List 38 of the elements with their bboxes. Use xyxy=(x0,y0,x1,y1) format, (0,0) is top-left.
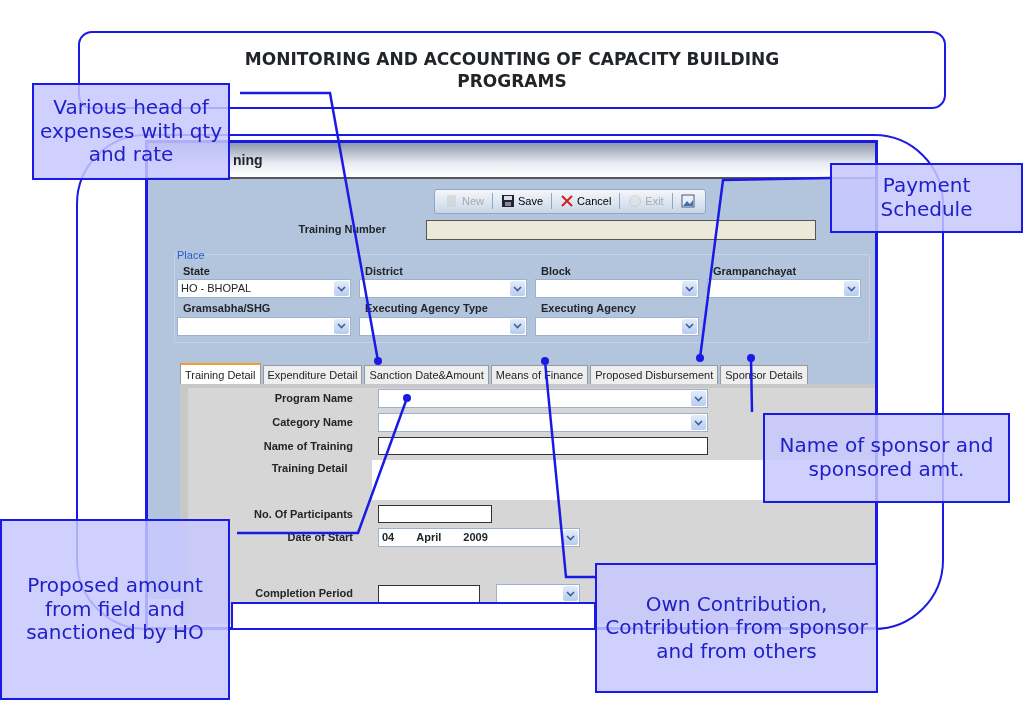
slide-title: MONITORING AND ACCOUNTING OF CAPACITY BUILDING PROGRAMS xyxy=(243,47,781,93)
tab[interactable]: Proposed Disbursement xyxy=(590,364,719,384)
callout: Own Contribution, Contribution from sponsor and from others xyxy=(595,563,878,693)
dropdown-value: HO - BHOPAL xyxy=(181,281,252,297)
field-label: State xyxy=(182,263,211,279)
tab[interactable]: Sanction Date&Amount xyxy=(364,364,489,384)
callout: Proposed amount from field and sanctioned by HO xyxy=(0,519,230,700)
circle-icon xyxy=(628,194,643,209)
callout: Payment Schedule xyxy=(830,163,1023,233)
cancel-button[interactable]: Cancel xyxy=(556,192,616,211)
window-title: ning xyxy=(233,151,263,170)
field-label: Grampanchayat xyxy=(712,263,798,279)
field-label: Training Detail xyxy=(270,461,349,476)
close-icon xyxy=(560,194,575,209)
date-value: 04 xyxy=(382,530,395,546)
field-label: Gramsabha/SHG xyxy=(182,301,272,316)
tab[interactable]: Expenditure Detail xyxy=(262,364,363,384)
field-label: No. Of Participants xyxy=(252,506,354,522)
field-label: Category Name xyxy=(271,415,354,431)
text-field[interactable] xyxy=(378,584,480,603)
tab[interactable]: Training Detail xyxy=(180,362,261,384)
field-label: Program Name xyxy=(273,391,354,407)
document-icon xyxy=(445,194,459,209)
dropdown[interactable]: HO - BHOPAL xyxy=(177,279,351,298)
date-picker[interactable]: 04 April 2009 xyxy=(378,528,580,547)
training-number-field[interactable] xyxy=(426,219,816,240)
callout: Various head of expenses with qty and rate xyxy=(32,83,230,180)
date-value: April xyxy=(416,530,442,546)
text-field[interactable] xyxy=(378,437,708,455)
callout: Name of sponsor and sponsored amt. xyxy=(763,413,1010,503)
text-field[interactable] xyxy=(378,505,492,523)
date-value: 2009 xyxy=(463,530,488,546)
save-button[interactable]: Save xyxy=(497,192,548,211)
field-label: Block xyxy=(540,263,572,279)
picture-icon xyxy=(680,194,695,209)
field-label: Name of Training xyxy=(262,438,354,454)
field-label: District xyxy=(364,263,404,279)
field-label: Executing Agency xyxy=(540,301,637,316)
